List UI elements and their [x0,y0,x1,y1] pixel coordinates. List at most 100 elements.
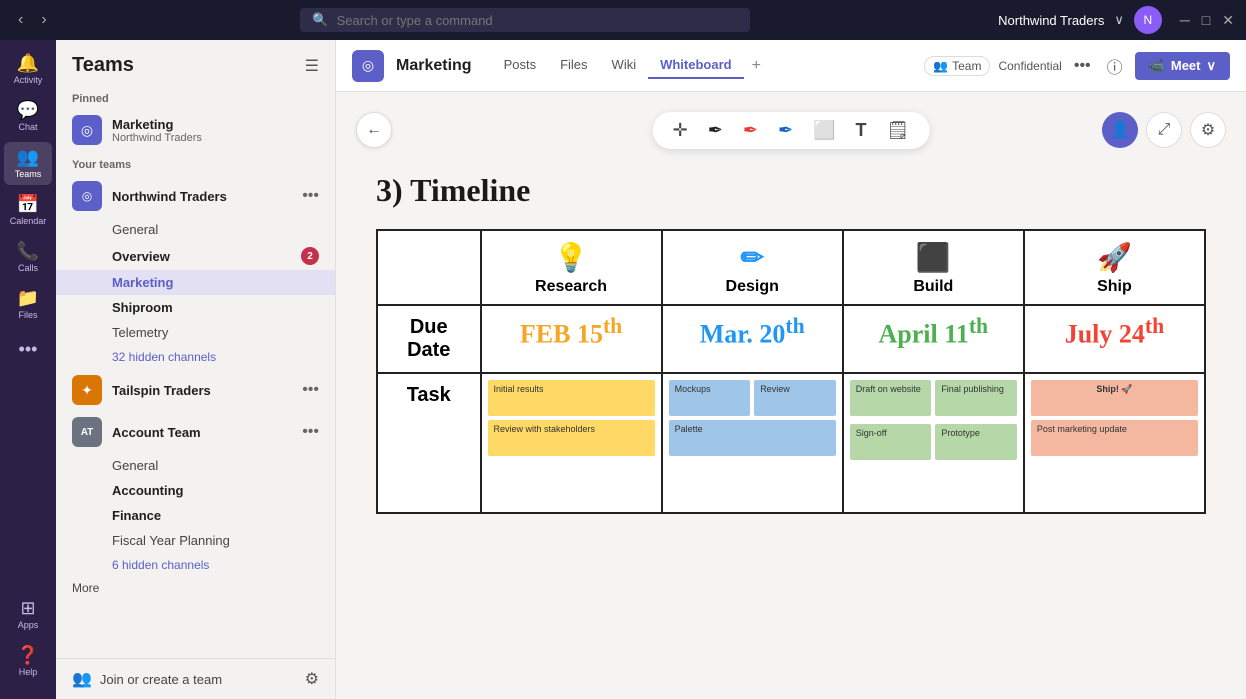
sidebar-title: Teams [72,54,134,77]
team-tailspin[interactable]: ✦ Tailspin Traders ••• [56,369,335,411]
task-build: Draft on website Final publishing Sign-o… [843,373,1024,513]
channel-fiscal[interactable]: Fiscal Year Planning [56,528,335,553]
due-date-design: Mar. 20th [662,305,843,373]
sticky-prototype: Prototype [935,424,1017,460]
wb-pen-tool-red[interactable]: ✒ [739,118,762,143]
titlebar-left: ‹ › [12,9,53,31]
search-bar: 🔍 [53,8,998,32]
more-button[interactable]: More [56,577,335,599]
wb-eraser-tool[interactable]: ⬜ [809,118,839,143]
nav-back-button[interactable]: ‹ [12,9,29,31]
sidebar: Teams ☰ Pinned ◎ Marketing Northwind Tra… [56,40,336,699]
wb-content: 3) Timeline 💡 Research [376,172,1226,679]
due-date-build: April 11th [843,305,1024,373]
meet-label: Meet [1171,58,1201,73]
due-date-ship: July 24th [1024,305,1205,373]
tab-posts[interactable]: Posts [492,53,549,79]
more-options-button[interactable]: ••• [1070,53,1095,79]
user-chevron[interactable]: ∨ [1114,12,1124,28]
pinned-marketing-name: Marketing [112,117,319,132]
build-icon: ⬛ [916,241,951,274]
settings-icon[interactable]: ⚙ [305,669,319,689]
rail-item-chat[interactable]: 💬 Chat [4,95,52,138]
rail-bottom: ⊞ Apps ❓ Help [4,593,52,691]
minimize-button[interactable]: ─ [1180,12,1190,29]
wb-pen-tool-blue[interactable]: ✒ [774,118,797,143]
account-info: Account Team [112,425,292,440]
tab-files[interactable]: Files [548,53,599,79]
tailspin-info: Tailspin Traders [112,383,292,398]
calls-icon: 📞 [17,242,39,260]
wb-pen-tool-black[interactable]: ✒ [704,118,727,143]
join-icon: 👥 [72,669,92,689]
titlebar: ‹ › 🔍 Northwind Traders ∨ N ─ □ ✕ [0,0,1246,40]
task-ship: Ship! 🚀 Post marketing update [1024,373,1205,513]
user-name: Northwind Traders [998,13,1104,28]
channel-header-icon: ◎ [352,50,384,82]
wb-user-button[interactable]: 👤 [1102,112,1138,148]
date-july: July 24th [1029,314,1200,350]
pinned-marketing-info: Marketing Northwind Traders [112,117,319,144]
northwind-hidden-channels[interactable]: 32 hidden channels [56,345,335,369]
rail-item-calls[interactable]: 📞 Calls [4,236,52,279]
wb-share-button[interactable]: ⤢ [1146,112,1182,148]
northwind-more-icon[interactable]: ••• [302,187,319,205]
channel-telemetry[interactable]: Telemetry [56,320,335,345]
col-build-label: Build [913,278,953,296]
channel-finance[interactable]: Finance [56,503,335,528]
channel-shiproom[interactable]: Shiproom [56,295,335,320]
meet-button[interactable]: 📹 Meet ∨ [1135,52,1230,80]
maximize-button[interactable]: □ [1202,12,1210,29]
avatar[interactable]: N [1134,6,1162,34]
channel-general-northwind[interactable]: General [56,217,335,242]
rail-item-activity[interactable]: 🔔 Activity [4,48,52,91]
wb-back-button[interactable]: ← [356,112,392,148]
account-hidden-channels[interactable]: 6 hidden channels [56,553,335,577]
join-team-button[interactable]: 👥 Join or create a team [72,669,222,689]
pinned-marketing[interactable]: ◎ Marketing Northwind Traders [56,109,335,151]
window-controls: ─ □ ✕ [1180,12,1234,29]
tailspin-avatar: ✦ [72,375,102,405]
wb-table: 💡 Research ✏ Design [376,229,1206,514]
rail-item-more[interactable]: ••• [4,334,52,364]
rail-item-files[interactable]: 📁 Files [4,283,52,326]
rail-item-calendar[interactable]: 📅 Calendar [4,189,52,232]
wb-text-tool[interactable]: T [851,118,870,143]
account-more-icon[interactable]: ••• [302,423,319,441]
files-icon: 📁 [17,289,39,307]
tab-wiki[interactable]: Wiki [600,53,649,79]
add-tab-button[interactable]: + [744,53,769,79]
team-account[interactable]: AT Account Team ••• [56,411,335,453]
research-icon: 💡 [554,241,589,274]
nav-forward-button[interactable]: › [35,9,52,31]
channel-overview[interactable]: Overview 2 [56,242,335,270]
northwind-name: Northwind Traders [112,189,292,204]
sticky-draft-website: Draft on website [850,380,932,416]
rail-item-help[interactable]: ❓ Help [4,640,52,683]
due-date-header: DueDate [377,305,481,373]
search-input[interactable] [337,13,739,28]
channel-marketing[interactable]: Marketing [56,270,335,295]
wb-sticky-tool[interactable]: 🗒 [882,118,913,143]
tailspin-more-icon[interactable]: ••• [302,381,319,399]
rail-item-teams[interactable]: 👥 Teams [4,142,52,185]
tab-whiteboard[interactable]: Whiteboard [648,53,744,79]
sticky-review-stakeholders: Review with stakeholders [488,420,655,456]
join-label: Join or create a team [100,672,222,687]
header-right: 👥 Team Confidential ••• ⓘ 📹 Meet ∨ [924,50,1230,82]
wb-settings-button[interactable]: ⚙ [1190,112,1226,148]
rail-label-calls: Calls [18,263,38,273]
info-button[interactable]: ⓘ [1103,50,1127,82]
wb-select-tool[interactable]: ✛ [669,118,692,143]
filter-icon[interactable]: ☰ [305,56,319,76]
channel-general-account[interactable]: General [56,453,335,478]
rail-item-apps[interactable]: ⊞ Apps [4,593,52,636]
rail-label-help: Help [19,667,38,677]
build-notes: Draft on website Final publishing Sign-o… [850,380,1017,460]
search-input-wrap[interactable]: 🔍 [300,8,750,32]
channel-accounting[interactable]: Accounting [56,478,335,503]
close-button[interactable]: ✕ [1222,12,1234,29]
team-northwind[interactable]: ◎ Northwind Traders ••• [56,175,335,217]
date-mar: Mar. 20th [667,314,838,350]
pinned-marketing-sub: Northwind Traders [112,132,319,144]
